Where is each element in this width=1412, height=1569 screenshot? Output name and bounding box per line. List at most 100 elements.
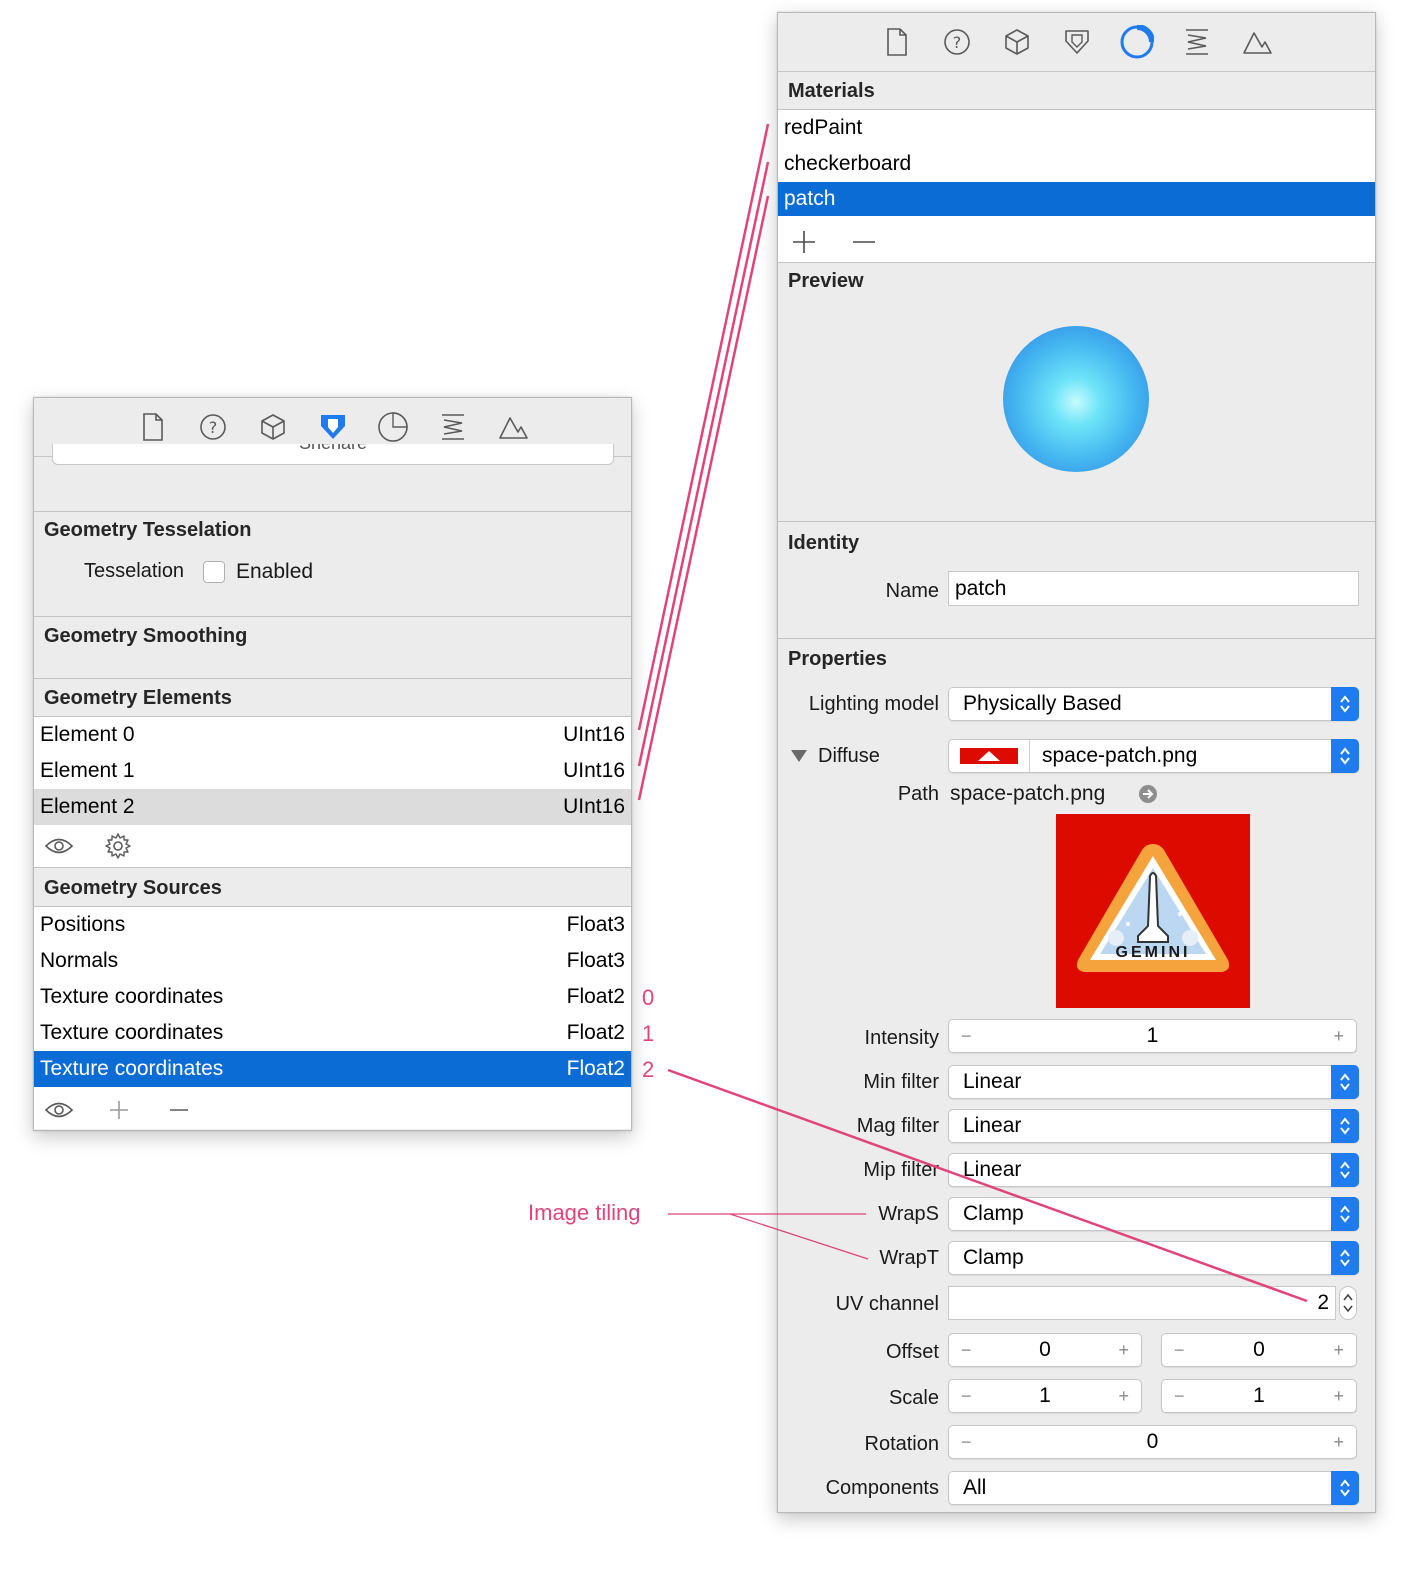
rotation-stepper[interactable]: − 0 +: [948, 1425, 1357, 1459]
remove-icon[interactable]: [168, 1099, 190, 1126]
name-field-value: patch: [955, 576, 1007, 600]
tessellation-checkbox[interactable]: [203, 561, 225, 583]
updown-chevron-icon: [1331, 1109, 1359, 1143]
name-field[interactable]: patch: [948, 571, 1359, 606]
diffuse-value: space-patch.png: [1042, 744, 1198, 767]
element-row-2[interactable]: Element 2 UInt16: [34, 789, 631, 825]
link-line-element2-patch: [637, 195, 770, 801]
scene-icon[interactable]: [1239, 24, 1275, 60]
minus-icon[interactable]: −: [961, 1386, 972, 1407]
mag-filter-value: Linear: [963, 1114, 1022, 1137]
source-row-texcoord-1[interactable]: Texture coordinates Float2: [34, 1015, 631, 1051]
add-icon[interactable]: [108, 1099, 130, 1126]
attributes-icon[interactable]: [315, 409, 351, 445]
scale-x-value: 1: [1039, 1384, 1051, 1407]
arrow-circle-icon[interactable]: [1138, 784, 1158, 809]
channel-number-1: 1: [642, 1021, 655, 1046]
plus-icon[interactable]: +: [1118, 1340, 1129, 1361]
plus-icon[interactable]: +: [1118, 1386, 1129, 1407]
element-name: Element 2: [40, 795, 135, 818]
offset-y-stepper[interactable]: − 0 +: [1161, 1333, 1357, 1367]
remove-icon[interactable]: [852, 230, 876, 259]
element-row-0[interactable]: Element 0 UInt16: [34, 717, 631, 753]
material-row-patch[interactable]: patch: [778, 182, 1375, 216]
material-row-redpaint[interactable]: redPaint: [778, 110, 1375, 146]
minus-icon[interactable]: −: [961, 1340, 972, 1361]
cube-icon[interactable]: [255, 409, 291, 445]
mip-filter-popup[interactable]: Linear: [948, 1153, 1359, 1187]
plus-icon[interactable]: +: [1333, 1340, 1344, 1361]
minus-icon[interactable]: −: [961, 1432, 972, 1453]
preview-title: Preview: [788, 270, 864, 292]
source-name: Positions: [40, 913, 126, 936]
cube-icon[interactable]: [999, 24, 1035, 60]
diffuse-popup[interactable]: space-patch.png: [948, 739, 1359, 773]
sources-list: Positions Float3 Normals Float3 Texture …: [34, 906, 631, 1129]
channel-number-2: 2: [642, 1057, 655, 1082]
element-type: UInt16: [563, 723, 625, 746]
physics-icon[interactable]: [1179, 24, 1215, 60]
scale-y-value: 1: [1253, 1384, 1265, 1407]
intensity-stepper[interactable]: − 1 +: [948, 1019, 1357, 1053]
source-type: Float2: [566, 1021, 625, 1044]
partial-button-label: Shenare: [53, 444, 613, 454]
uv-channel-stepper-icon[interactable]: [1339, 1286, 1357, 1320]
wrapt-label: WrapT: [879, 1247, 939, 1269]
attributes-icon[interactable]: [1059, 24, 1095, 60]
elements-title: Geometry Elements: [44, 687, 232, 709]
intensity-value: 1: [1146, 1024, 1159, 1047]
source-row-texcoord-2[interactable]: Texture coordinates Float2: [34, 1051, 631, 1087]
min-filter-label: Min filter: [863, 1071, 939, 1093]
source-row-normals[interactable]: Normals Float3: [34, 943, 631, 979]
minus-icon[interactable]: −: [1174, 1340, 1185, 1361]
mag-filter-popup[interactable]: Linear: [948, 1109, 1359, 1143]
minus-icon[interactable]: −: [961, 1026, 972, 1047]
offset-y-value: 0: [1253, 1338, 1265, 1361]
element-row-1[interactable]: Element 1 UInt16: [34, 753, 631, 789]
help-icon[interactable]: ?: [195, 409, 231, 445]
scale-y-stepper[interactable]: − 1 +: [1161, 1379, 1357, 1413]
tessellation-title: Geometry Tesselation: [44, 519, 252, 541]
source-type: Float2: [566, 1057, 625, 1080]
disclosure-triangle-icon[interactable]: [790, 749, 808, 768]
source-type: Float3: [566, 913, 625, 936]
plus-icon[interactable]: +: [1333, 1026, 1344, 1047]
gemini-patch-image: [1076, 844, 1230, 972]
updown-chevron-icon: [1331, 1153, 1359, 1187]
add-icon[interactable]: [792, 230, 816, 259]
physics-icon[interactable]: [435, 409, 471, 445]
material-name: checkerboard: [784, 152, 912, 175]
eye-icon[interactable]: [44, 1099, 74, 1126]
wraps-popup[interactable]: Clamp: [948, 1197, 1359, 1231]
material-row-checkerboard[interactable]: checkerboard: [778, 146, 1375, 182]
scale-x-stepper[interactable]: − 1 +: [948, 1379, 1142, 1413]
material-icon[interactable]: [1119, 24, 1155, 60]
minus-icon[interactable]: −: [1174, 1386, 1185, 1407]
scene-icon[interactable]: [495, 409, 531, 445]
updown-chevron-icon: [1331, 1197, 1359, 1231]
source-row-texcoord-0[interactable]: Texture coordinates Float2: [34, 979, 631, 1015]
help-icon[interactable]: ?: [939, 24, 975, 60]
plus-icon[interactable]: +: [1333, 1386, 1344, 1407]
partial-button[interactable]: Shenare: [52, 444, 614, 465]
gear-icon[interactable]: [104, 832, 132, 865]
uv-channel-field[interactable]: 2: [948, 1286, 1336, 1320]
lighting-model-value: Physically Based: [963, 692, 1122, 715]
offset-x-stepper[interactable]: − 0 +: [948, 1333, 1142, 1367]
svg-text:?: ?: [208, 418, 217, 437]
components-popup[interactable]: All: [948, 1471, 1359, 1505]
min-filter-popup[interactable]: Linear: [948, 1065, 1359, 1099]
link-line-element0-redpaint: [637, 123, 770, 731]
material-icon[interactable]: [375, 409, 411, 445]
plus-icon[interactable]: +: [1333, 1432, 1344, 1453]
file-icon[interactable]: [879, 24, 915, 60]
eye-icon[interactable]: [44, 835, 74, 862]
updown-chevron-icon: [1331, 687, 1359, 721]
source-row-positions[interactable]: Positions Float3: [34, 907, 631, 943]
uv-channel-value: 2: [1317, 1291, 1329, 1314]
file-icon[interactable]: [135, 409, 171, 445]
wrapt-popup[interactable]: Clamp: [948, 1241, 1359, 1275]
source-name: Texture coordinates: [40, 1021, 224, 1044]
lighting-model-popup[interactable]: Physically Based: [948, 687, 1359, 721]
updown-chevron-icon: [1331, 1471, 1359, 1505]
